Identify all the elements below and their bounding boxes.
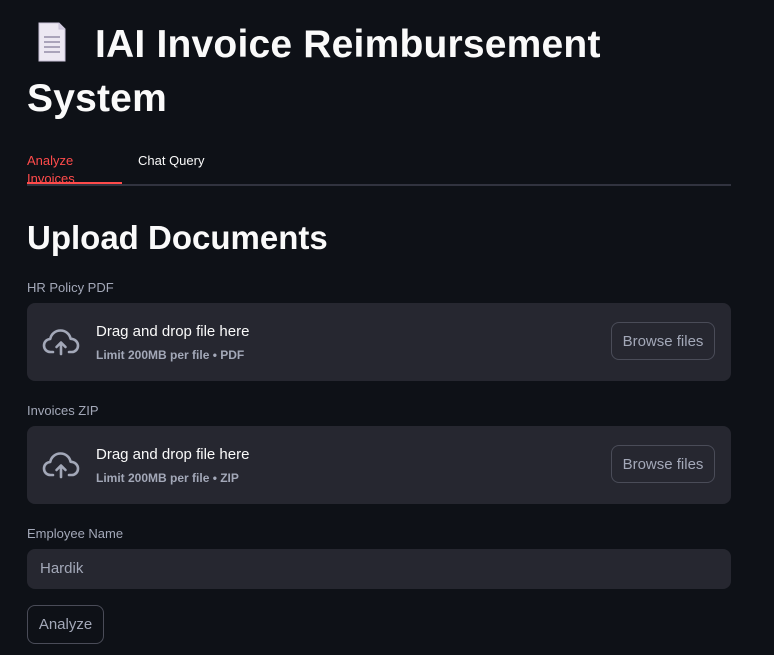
policy-limit-text: Limit 200MB per file • PDF	[96, 348, 245, 362]
policy-uploader-label: HR Policy PDF	[27, 280, 114, 295]
invoices-uploader-label: Invoices ZIP	[27, 403, 99, 418]
page-title-text: IAI Invoice Reimbursement System	[27, 23, 601, 120]
invoices-drop-text: Drag and drop file here	[96, 446, 250, 463]
page-facing-up-icon	[38, 22, 66, 62]
tab-analyze-invoices[interactable]: Analyze Invoices	[27, 152, 122, 186]
cloud-upload-icon	[42, 329, 80, 356]
analyze-button[interactable]: Analyze	[27, 605, 104, 644]
policy-dropzone[interactable]: Drag and drop file here Limit 200MB per …	[27, 303, 731, 381]
tab-chat-query[interactable]: Chat Query	[138, 152, 204, 170]
employee-name-input[interactable]: Hardik	[27, 549, 731, 589]
policy-drop-text: Drag and drop file here	[96, 323, 250, 340]
invoices-dropzone[interactable]: Drag and drop file here Limit 200MB per …	[27, 426, 731, 504]
invoices-browse-button[interactable]: Browse files	[611, 445, 715, 483]
invoices-limit-text: Limit 200MB per file • ZIP	[96, 471, 239, 485]
policy-browse-button[interactable]: Browse files	[611, 322, 715, 360]
cloud-upload-icon	[42, 452, 80, 479]
section-title: Upload Documents	[27, 219, 328, 256]
page-title: IAI Invoice Reimbursement System	[27, 18, 731, 126]
tab-bar: Analyze Invoices Chat Query	[27, 148, 731, 186]
employee-name-label: Employee Name	[27, 526, 124, 541]
